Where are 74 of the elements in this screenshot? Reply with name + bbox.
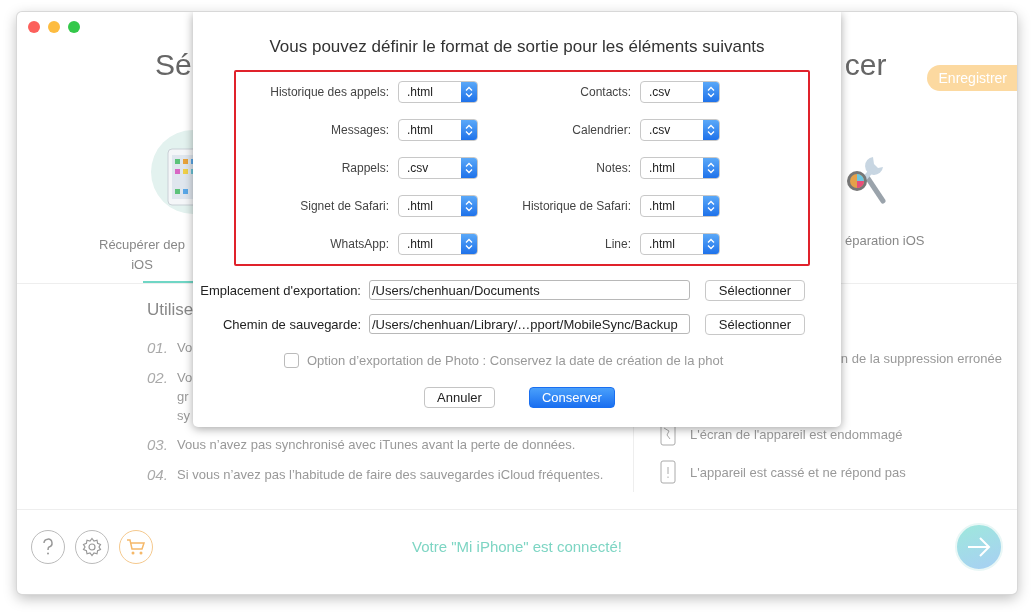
format-dropdown[interactable]: .html xyxy=(640,157,720,179)
format-dropdown[interactable]: .html xyxy=(398,119,478,141)
format-dropdown[interactable]: .html xyxy=(398,81,478,103)
stepper-icon xyxy=(703,82,719,102)
item-number: 03. xyxy=(147,435,169,455)
format-dropdown[interactable]: .html xyxy=(640,195,720,217)
cause-text: Vo xyxy=(177,339,193,357)
format-dropdown[interactable]: .csv xyxy=(640,119,720,141)
item-number: 02. xyxy=(147,368,169,388)
minimize-window-button[interactable] xyxy=(48,21,60,33)
format-label: Notes: xyxy=(596,161,631,175)
cause-text: sy xyxy=(177,407,191,425)
cause-text: Vo xyxy=(177,369,193,387)
page-title: cer xyxy=(844,48,887,82)
save-button[interactable]: Conserver xyxy=(528,387,615,408)
path-field[interactable]: /Users/chenhuan/Library/…pport/MobileSync/Backup xyxy=(369,314,690,334)
phone-exclamation-icon xyxy=(660,460,676,484)
path-label: Chemin de sauvegarde: xyxy=(221,316,361,332)
help-icon xyxy=(41,537,55,556)
arrow-right-icon xyxy=(966,535,992,558)
format-dropdown[interactable]: .html xyxy=(398,195,478,217)
format-dropdown[interactable]: .csv xyxy=(640,81,720,103)
close-window-button[interactable] xyxy=(28,21,40,33)
select-button[interactable]: Sélectionner xyxy=(705,279,805,301)
cart-button[interactable] xyxy=(119,529,153,564)
format-dropdown[interactable]: .html xyxy=(398,233,478,255)
help-button[interactable] xyxy=(31,529,65,564)
next-button[interactable] xyxy=(955,522,1003,571)
format-label: Contacts: xyxy=(580,85,631,99)
format-label: Rappels: xyxy=(341,161,389,175)
format-label: Signet de Safari: xyxy=(300,199,389,213)
mode-option[interactable]: éparation iOS xyxy=(845,88,925,283)
stepper-icon xyxy=(461,82,477,102)
mode-label: Récupérer dep xyxy=(99,236,185,254)
path-field[interactable]: /Users/chenhuan/Documents xyxy=(369,280,690,300)
option-label: Option d’exportation de Photo : Conservez la date de création de la phot xyxy=(307,352,724,368)
selected-underline xyxy=(143,281,193,283)
stepper-icon xyxy=(703,234,719,254)
format-dropdown[interactable]: .csv xyxy=(398,157,478,179)
stepper-icon xyxy=(461,158,477,178)
cause-text: Si vous n’avez pas l’habitude de faire des sauvegardes iCloud fréquentes. xyxy=(177,466,604,484)
settings-button[interactable] xyxy=(75,529,109,564)
page-title: Sé xyxy=(155,48,192,82)
stepper-icon xyxy=(703,158,719,178)
stepper-icon xyxy=(703,196,719,216)
item-number: 04. xyxy=(147,465,169,485)
format-label: WhatsApp: xyxy=(330,237,389,251)
format-label: Messages: xyxy=(330,123,389,137)
cause-text: L'écran de l'appareil est endommagé xyxy=(690,426,903,442)
select-button[interactable]: Sélectionner xyxy=(705,313,805,335)
dialog-title: Vous pouvez définir le format de sortie pour les éléments suivants xyxy=(269,37,765,57)
cause-text: gr xyxy=(177,388,190,406)
cause-text: n de la suppression erronée xyxy=(840,350,1002,366)
path-label: Emplacement d'exportation: xyxy=(199,282,361,298)
format-label: Historique de Safari: xyxy=(522,199,631,213)
section-heading: Utilise xyxy=(147,300,195,320)
cause-text: L'appareil est cassé et ne répond pas xyxy=(690,464,906,480)
format-dropdown[interactable]: .html xyxy=(640,233,720,255)
zoom-window-button[interactable] xyxy=(68,21,80,33)
stepper-icon xyxy=(461,120,477,140)
cause-text: Vous n’avez pas synchronisé avec iTunes avant la perte de données. xyxy=(177,436,576,454)
stepper-icon xyxy=(461,234,477,254)
settings-icon xyxy=(82,536,102,557)
connection-status: Votre "Mi iPhone" est connecté! xyxy=(412,538,622,555)
item-number: 01. xyxy=(147,338,169,358)
mode-label: iOS xyxy=(131,256,153,274)
stepper-icon xyxy=(461,196,477,216)
format-label: Calendrier: xyxy=(572,123,631,137)
format-label: Line: xyxy=(604,237,631,251)
mode-label: éparation iOS xyxy=(845,232,925,250)
cancel-button[interactable]: Annuler xyxy=(424,387,495,408)
stepper-icon xyxy=(703,120,719,140)
cart-icon xyxy=(126,537,146,556)
format-label: Historique des appels: xyxy=(270,85,389,99)
